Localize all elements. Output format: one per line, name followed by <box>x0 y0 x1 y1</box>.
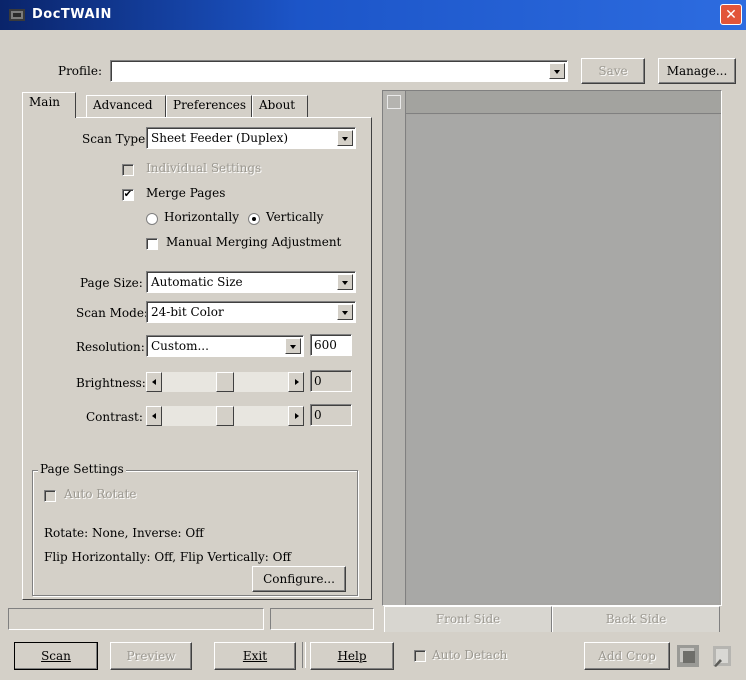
chevron-down-icon[interactable] <box>337 130 353 146</box>
app-icon <box>9 9 25 21</box>
page-size-value: Automatic Size <box>151 275 243 289</box>
crop-tool-icon[interactable] <box>674 642 702 670</box>
contrast-value-field[interactable]: 0 <box>310 404 352 426</box>
checkmark-icon: ✔ <box>123 189 133 200</box>
contrast-label: Contrast: <box>86 410 143 424</box>
individual-settings-checkbox[interactable] <box>122 164 134 176</box>
scan-type-label: Scan Type: <box>82 132 150 146</box>
preview-button-label: Preview <box>126 649 176 663</box>
preview-image-area[interactable] <box>407 115 719 603</box>
configure-button[interactable]: Configure... <box>252 566 346 592</box>
horizontal-ruler <box>383 91 721 114</box>
preview-pane[interactable] <box>382 90 722 606</box>
brightness-slider[interactable] <box>146 372 304 392</box>
brightness-value-field[interactable]: 0 <box>310 370 352 392</box>
back-side-tab[interactable]: Back Side <box>552 606 720 632</box>
exit-button-label: Exit <box>242 649 268 663</box>
resolution-select[interactable]: Custom... <box>146 335 304 357</box>
chevron-down-icon[interactable] <box>549 63 565 79</box>
scroll-left-icon[interactable] <box>146 406 162 426</box>
auto-rotate-label: Auto Rotate <box>64 487 137 501</box>
title-bar[interactable]: DocTWAIN ✕ <box>0 0 746 30</box>
merge-pages-label: Merge Pages <box>146 186 226 200</box>
scroll-left-icon[interactable] <box>146 372 162 392</box>
manual-merging-label: Manual Merging Adjustment <box>166 235 342 249</box>
status-field-secondary <box>270 608 374 630</box>
scroll-right-icon[interactable] <box>288 372 304 392</box>
chevron-down-icon[interactable] <box>285 338 301 354</box>
tab-advanced-label: Advanced <box>93 98 153 112</box>
vertically-radio[interactable] <box>248 213 260 225</box>
contrast-slider-thumb[interactable] <box>216 406 234 426</box>
exit-button[interactable]: Exit <box>214 642 296 670</box>
horizontally-radio[interactable] <box>146 213 158 225</box>
brightness-slider-thumb[interactable] <box>216 372 234 392</box>
auto-detach-checkbox[interactable] <box>414 650 426 662</box>
flip-status-text: Flip Horizontally: Off, Flip Vertically:… <box>44 550 292 564</box>
window-title: DocTWAIN <box>32 7 112 22</box>
horizontally-label: Horizontally <box>164 210 239 224</box>
tab-preferences[interactable]: Preferences <box>166 95 252 117</box>
scan-button[interactable]: Scan <box>14 642 98 670</box>
page-settings-title: Page Settings <box>38 462 126 476</box>
help-button-label: Help <box>337 649 367 663</box>
profile-label: Profile: <box>58 64 103 78</box>
vertically-label: Vertically <box>266 210 324 224</box>
resolution-number-value: 600 <box>314 338 337 352</box>
close-button[interactable]: ✕ <box>720 4 742 25</box>
individual-settings-label: Individual Settings <box>146 161 262 175</box>
doctwain-window: DocTWAIN ✕ Profile: Save Manage... Main … <box>0 0 746 680</box>
tab-main-label: Main <box>29 95 61 109</box>
scan-type-select[interactable]: Sheet Feeder (Duplex) <box>146 127 356 149</box>
select-tool-icon[interactable] <box>708 642 736 670</box>
tab-advanced[interactable]: Advanced <box>86 95 166 117</box>
configure-button-label: Configure... <box>263 572 335 586</box>
scan-mode-select[interactable]: 24-bit Color <box>146 301 356 323</box>
save-profile-label: Save <box>598 64 628 78</box>
add-crop-label: Add Crop <box>598 649 656 663</box>
front-side-label: Front Side <box>435 612 501 626</box>
chevron-down-icon[interactable] <box>337 304 353 320</box>
resolution-value: Custom... <box>151 339 209 353</box>
back-side-label: Back Side <box>605 612 667 626</box>
auto-rotate-checkbox[interactable] <box>44 490 56 502</box>
contrast-slider[interactable] <box>146 406 304 426</box>
profile-combo[interactable] <box>110 60 568 82</box>
manual-merging-checkbox[interactable] <box>146 238 158 250</box>
help-button[interactable]: Help <box>310 642 394 670</box>
add-crop-button[interactable]: Add Crop <box>584 642 670 670</box>
tab-main[interactable]: Main <box>22 92 76 118</box>
brightness-value: 0 <box>314 374 322 388</box>
vertical-ruler <box>383 91 406 605</box>
contrast-value: 0 <box>314 408 322 422</box>
auto-detach-label: Auto Detach <box>432 648 508 662</box>
tab-preferences-label: Preferences <box>173 98 247 112</box>
tab-about[interactable]: About <box>252 95 308 117</box>
manage-profile-label: Manage... <box>666 64 728 78</box>
footer-separator <box>302 642 306 668</box>
front-side-tab[interactable]: Front Side <box>384 606 552 632</box>
save-profile-button[interactable]: Save <box>581 58 645 84</box>
page-size-label: Page Size: <box>80 276 143 290</box>
close-icon: ✕ <box>725 7 737 23</box>
ruler-corner-icon <box>387 95 401 109</box>
scan-button-label: Scan <box>41 649 71 663</box>
scan-type-value: Sheet Feeder (Duplex) <box>151 131 289 145</box>
rotate-status-text: Rotate: None, Inverse: Off <box>44 526 204 540</box>
merge-pages-checkbox[interactable]: ✔ <box>122 189 134 201</box>
scan-mode-label: Scan Mode: <box>76 306 148 320</box>
manage-profile-button[interactable]: Manage... <box>658 58 736 84</box>
chevron-down-icon[interactable] <box>337 274 353 290</box>
preview-button[interactable]: Preview <box>110 642 192 670</box>
tab-about-label: About <box>259 98 296 112</box>
status-field-main <box>8 608 264 630</box>
scan-mode-value: 24-bit Color <box>151 305 224 319</box>
page-size-select[interactable]: Automatic Size <box>146 271 356 293</box>
scroll-right-icon[interactable] <box>288 406 304 426</box>
brightness-label: Brightness: <box>76 376 146 390</box>
resolution-number-input[interactable]: 600 <box>310 334 352 356</box>
resolution-label: Resolution: <box>76 340 145 354</box>
